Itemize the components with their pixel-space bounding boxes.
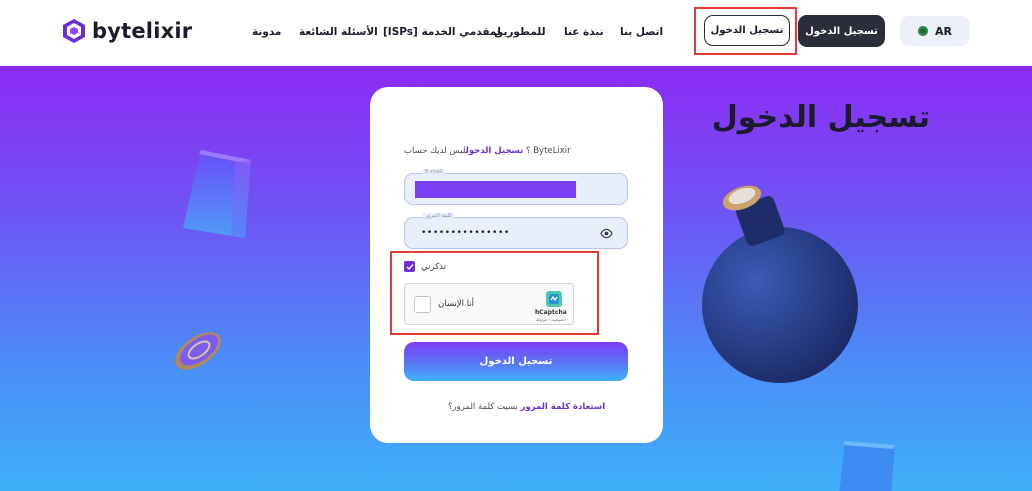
captcha-checkbox[interactable] [414, 296, 431, 313]
potion-bottle-icon [702, 185, 858, 383]
nav-faq[interactable]: الأسئلة الشائعة [299, 26, 378, 38]
captcha-label: أنا الإنسان [438, 299, 475, 309]
page-title: تسجيل الدخول [711, 100, 930, 135]
eye-icon[interactable] [600, 228, 613, 239]
forgot-password: استعادة كلمة المرور نسيت كلمة المرور؟ [448, 402, 605, 412]
login-submit-button[interactable]: تسجيل الدخول [404, 342, 628, 381]
coin-decoration-icon [175, 332, 221, 370]
header-login-highlight [694, 7, 797, 55]
cube-decoration-icon [183, 150, 251, 238]
cube-bottom-decoration-icon [839, 441, 895, 491]
remember-checkbox[interactable] [404, 261, 415, 272]
nav-isps[interactable]: [ISPs] لمقدمي الخدمة [383, 26, 501, 38]
logo-mark-icon [63, 19, 85, 43]
hcaptcha-widget[interactable]: أنا الإنسان hCaptcha خصوصية - شروط [404, 283, 574, 325]
password-field[interactable]: كلمة المرور ••••••••••••••• [404, 213, 628, 249]
recover-password-link[interactable]: استعادة كلمة المرور [521, 402, 606, 412]
check-icon [406, 263, 414, 270]
flag-icon [918, 26, 928, 36]
brand-name: bytelixir [92, 19, 193, 43]
nav-about[interactable]: نبذة عنا [564, 26, 604, 38]
language-label: AR [935, 24, 952, 38]
site-header: bytelixir مدونة الأسئلة الشائعة [ISPs] ل… [0, 0, 1032, 66]
email-value-redacted [415, 181, 576, 198]
forgot-password-text: نسيت كلمة المرور؟ [448, 402, 518, 412]
hcaptcha-brand: hCaptcha [535, 309, 567, 316]
signup-link[interactable]: تسجيل الدخول [466, 146, 524, 156]
nav-blog[interactable]: مدونة [252, 26, 281, 38]
header-login-button[interactable]: تسجيل الدخول [798, 15, 885, 47]
remember-me[interactable]: تذكرني [404, 261, 446, 272]
password-value: ••••••••••••••• [421, 228, 510, 238]
nav-contact[interactable]: اتصل بنا [620, 26, 663, 38]
hcaptcha-logo-icon [546, 291, 562, 307]
nav-developers[interactable]: للمطورين [494, 26, 546, 38]
password-label: كلمة المرور [423, 213, 455, 219]
remember-label: تذكرني [421, 261, 447, 272]
signup-prompt: ؟ تسجيل الدخولليس لديك حساب ByteLixir [404, 146, 571, 156]
hcaptcha-links[interactable]: خصوصية - شروط [536, 317, 566, 322]
brand-logo[interactable]: bytelixir [62, 18, 192, 44]
language-selector[interactable]: AR [900, 16, 970, 46]
email-label: E-mail [423, 169, 445, 175]
email-field[interactable]: E-mail [404, 169, 628, 205]
